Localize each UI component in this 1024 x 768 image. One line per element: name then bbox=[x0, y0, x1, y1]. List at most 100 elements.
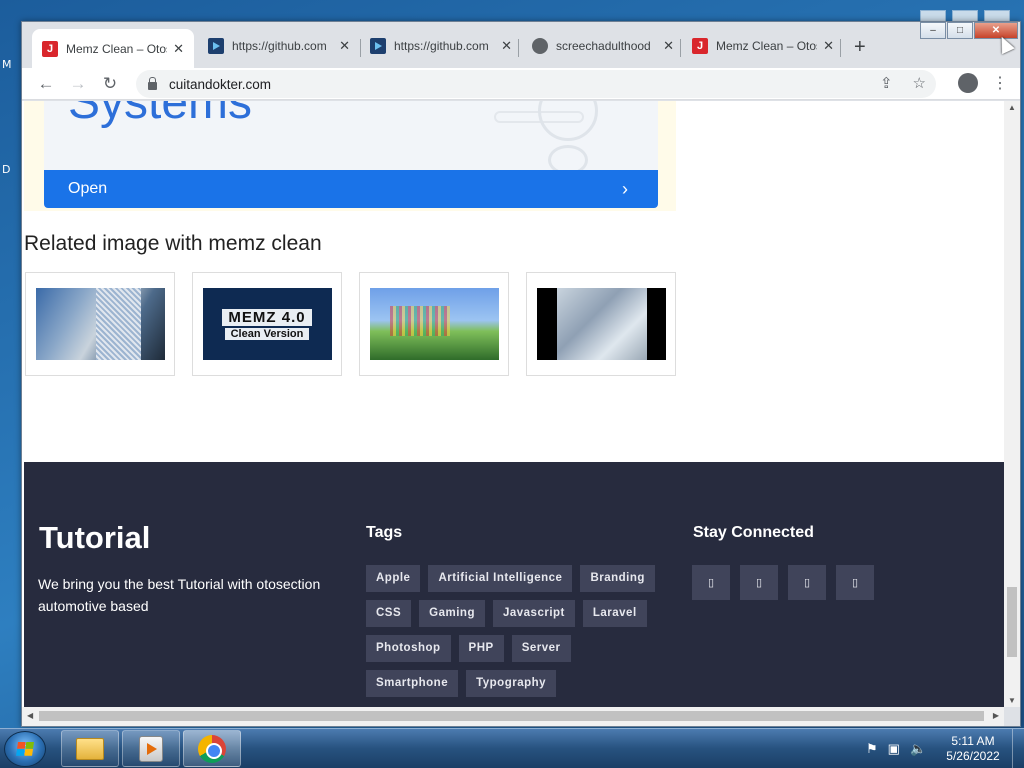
related-images-heading: Related image with memz clean bbox=[24, 232, 322, 255]
tab-screechadulthood[interactable]: screechadulthood ✕ bbox=[522, 31, 684, 61]
tag-link[interactable]: Artificial Intelligence bbox=[428, 565, 573, 592]
taskbar-media-player-button[interactable] bbox=[122, 730, 180, 767]
share-icon[interactable]: ⇪ bbox=[880, 74, 893, 92]
clock-date: 5/26/2022 bbox=[946, 749, 1000, 763]
tab-title: screechadulthood bbox=[556, 39, 651, 53]
tag-link[interactable]: PHP bbox=[458, 635, 504, 662]
tab-separator bbox=[840, 39, 841, 57]
menu-dots-icon[interactable]: ⋮ bbox=[992, 73, 1008, 93]
tab-close-icon[interactable]: ✕ bbox=[501, 38, 512, 54]
scroll-left-icon[interactable]: ◀ bbox=[27, 711, 33, 720]
thumbnail-text: Clean Version bbox=[224, 327, 310, 340]
media-player-icon bbox=[139, 735, 163, 762]
network-icon[interactable]: ▣ bbox=[888, 741, 900, 757]
tag-link[interactable]: Typography bbox=[466, 670, 557, 697]
browser-toolbar: ← → ↻ cuitandokter.com ⇪ ☆ ⋮ bbox=[22, 68, 1020, 100]
youtube-icon[interactable]: ▯ bbox=[836, 565, 874, 600]
system-clock[interactable]: 5:11 AM 5/26/2022 bbox=[940, 734, 1006, 764]
clock-time: 5:11 AM bbox=[951, 734, 995, 748]
chevron-right-icon: › bbox=[622, 178, 628, 199]
bookmark-star-icon[interactable]: ☆ bbox=[913, 74, 926, 92]
ad-open-button[interactable]: Open › bbox=[44, 170, 658, 208]
horizontal-scrollbar[interactable]: ◀ ▶ bbox=[22, 707, 1004, 726]
j-icon: J bbox=[42, 40, 58, 57]
tab-close-icon[interactable]: ✕ bbox=[823, 38, 834, 54]
start-button[interactable] bbox=[4, 731, 46, 767]
taskbar: ⚑ ▣ 🔈 5:11 AM 5/26/2022 bbox=[0, 728, 1024, 768]
stay-connected-heading: Stay Connected bbox=[693, 524, 814, 541]
volume-icon[interactable]: 🔈 bbox=[910, 741, 926, 757]
vertical-scrollbar[interactable]: ▲ ▼ bbox=[1004, 101, 1020, 707]
reload-icon[interactable]: ↻ bbox=[100, 74, 120, 94]
forward-arrow-icon[interactable]: → bbox=[68, 74, 88, 94]
tag-link[interactable]: Smartphone bbox=[366, 670, 459, 697]
ad-open-label: Open bbox=[68, 180, 108, 197]
scrollbar-thumb[interactable] bbox=[1007, 587, 1017, 657]
instagram-icon[interactable]: ▯ bbox=[788, 565, 826, 600]
minimize-button[interactable]: – bbox=[920, 22, 946, 39]
url-text[interactable]: cuitandokter.com bbox=[169, 77, 271, 92]
tab-github-1[interactable]: https://github.com ✕ bbox=[198, 31, 360, 61]
profile-avatar-icon[interactable] bbox=[958, 73, 978, 93]
related-image-thumbnail[interactable] bbox=[526, 272, 676, 376]
scroll-down-icon[interactable]: ▼ bbox=[1008, 696, 1016, 705]
facebook-icon[interactable]: ▯ bbox=[692, 565, 730, 600]
social-links: ▯ ▯ ▯ ▯ bbox=[692, 565, 874, 600]
thumbnail-image: MEMZ 4.0 Clean Version bbox=[202, 288, 332, 360]
tag-link[interactable]: CSS bbox=[366, 600, 412, 627]
chrome-icon bbox=[198, 734, 226, 763]
thumbnail-image bbox=[369, 288, 499, 360]
footer-brand[interactable]: Tutorial bbox=[39, 520, 150, 556]
tag-cloud: Apple Artificial Intelligence Branding C… bbox=[366, 565, 666, 697]
j-icon: J bbox=[692, 38, 708, 54]
tab-memz-clean-active[interactable]: J Memz Clean – Otosection ✕ bbox=[32, 29, 194, 68]
tag-link[interactable]: Photoshop bbox=[366, 635, 451, 662]
tab-title: Memz Clean – Otosection bbox=[66, 41, 167, 56]
thumbnail-image bbox=[35, 288, 165, 360]
scroll-up-icon[interactable]: ▲ bbox=[1008, 103, 1016, 112]
taskbar-chrome-button[interactable] bbox=[183, 730, 241, 767]
tag-link[interactable]: Branding bbox=[580, 565, 655, 592]
folder-icon bbox=[76, 737, 104, 760]
system-tray: ⚑ ▣ 🔈 bbox=[866, 741, 926, 757]
desktop-icon-label[interactable]: M bbox=[2, 58, 12, 71]
tab-close-icon[interactable]: ✕ bbox=[173, 41, 184, 57]
back-arrow-icon[interactable]: ← bbox=[36, 74, 56, 94]
play-icon bbox=[208, 38, 224, 54]
tab-close-icon[interactable]: ✕ bbox=[663, 38, 674, 54]
action-center-flag-icon[interactable]: ⚑ bbox=[866, 741, 878, 757]
tab-title: https://github.com bbox=[232, 39, 327, 53]
tag-link[interactable]: Javascript bbox=[492, 600, 575, 627]
tag-link[interactable]: Laravel bbox=[582, 600, 647, 627]
related-image-thumbnail[interactable] bbox=[359, 272, 509, 376]
site-footer: Tutorial We bring you the best Tutorial … bbox=[24, 462, 1004, 707]
globe-icon bbox=[532, 38, 548, 54]
ad-banner[interactable]: Systems Open › bbox=[24, 101, 676, 211]
twitter-icon[interactable]: ▯ bbox=[740, 565, 778, 600]
address-bar[interactable]: cuitandokter.com ⇪ ☆ bbox=[136, 70, 936, 98]
footer-description: We bring you the best Tutorial with otos… bbox=[38, 576, 321, 614]
thumbnail-text: MEMZ 4.0 bbox=[222, 308, 312, 326]
tab-strip: J Memz Clean – Otosection ✕ https://gith… bbox=[22, 22, 1020, 68]
maximize-button[interactable]: □ bbox=[947, 22, 973, 39]
tab-separator bbox=[680, 39, 681, 57]
scrollbar-thumb[interactable] bbox=[39, 711, 984, 721]
tags-heading: Tags bbox=[366, 524, 403, 541]
tab-close-icon[interactable]: ✕ bbox=[339, 38, 350, 54]
tab-memz-clean-2[interactable]: J Memz Clean – Otosection ✕ bbox=[682, 31, 844, 61]
desktop-icon-label[interactable]: D bbox=[2, 163, 10, 176]
tab-separator bbox=[518, 39, 519, 57]
related-image-thumbnail[interactable]: MEMZ 4.0 Clean Version bbox=[192, 272, 342, 376]
scroll-right-icon[interactable]: ▶ bbox=[993, 711, 999, 720]
lock-icon[interactable] bbox=[148, 77, 157, 90]
show-desktop-button[interactable] bbox=[1012, 729, 1024, 768]
new-tab-button[interactable]: + bbox=[854, 36, 866, 59]
tag-link[interactable]: Server bbox=[511, 635, 571, 662]
close-button[interactable]: ✕ bbox=[974, 22, 1018, 39]
tab-github-2[interactable]: https://github.com ✕ bbox=[360, 31, 522, 61]
related-image-thumbnail[interactable] bbox=[25, 272, 175, 376]
taskbar-explorer-button[interactable] bbox=[61, 730, 119, 767]
ad-decoration bbox=[538, 101, 598, 141]
tag-link[interactable]: Gaming bbox=[419, 600, 485, 627]
tag-link[interactable]: Apple bbox=[366, 565, 421, 592]
